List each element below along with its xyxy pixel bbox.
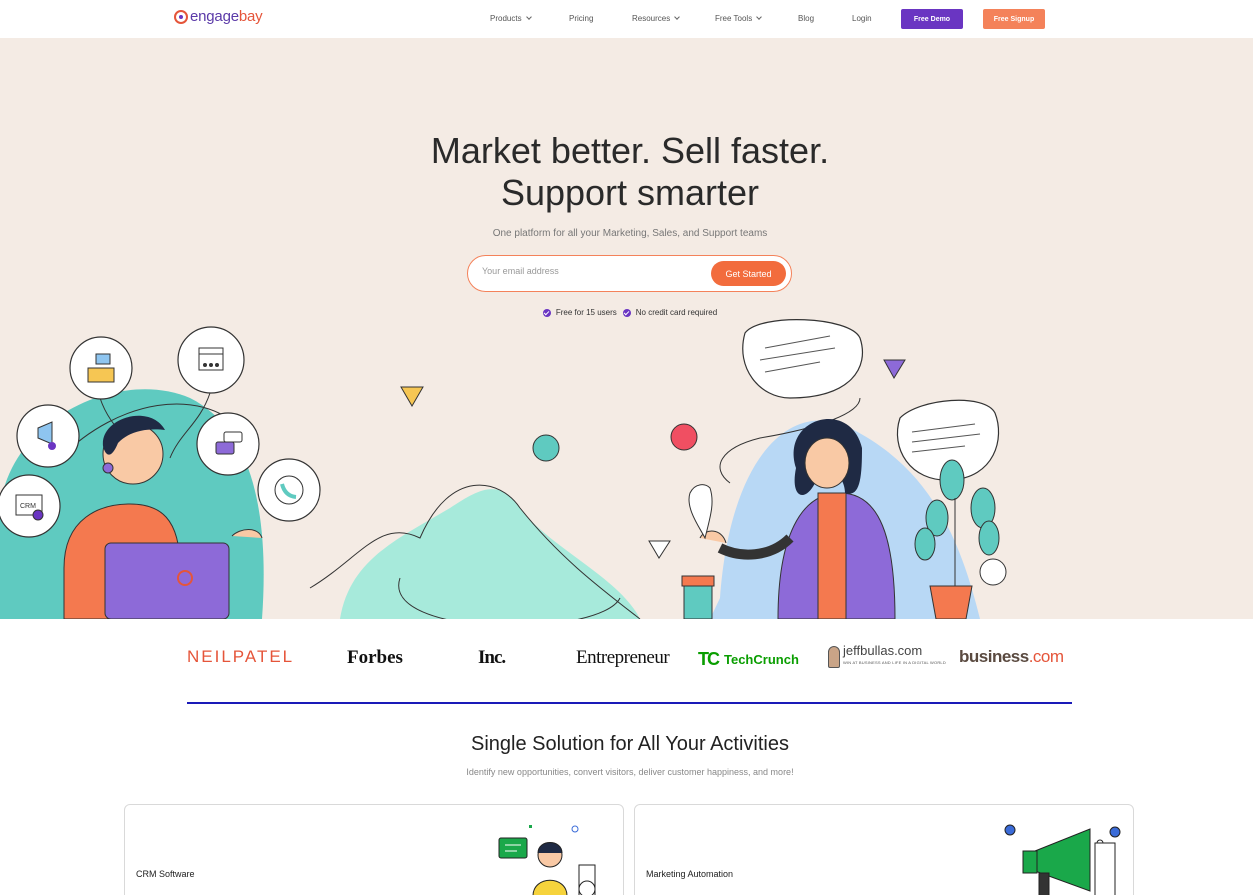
inc-logo: Inc. bbox=[478, 647, 506, 668]
nav-item-pricing[interactable]: Pricing bbox=[569, 14, 593, 23]
card-title: CRM Software bbox=[136, 869, 195, 879]
crm-software-card[interactable]: CRM Software bbox=[124, 804, 624, 895]
nav-item-login[interactable]: Login bbox=[852, 14, 872, 23]
solutions-subtitle: Identify new opportunities, convert visi… bbox=[466, 767, 794, 777]
engagebay-logo[interactable]: engagebay bbox=[174, 8, 263, 25]
free-signup-button[interactable]: Free Signup bbox=[983, 9, 1045, 29]
megaphone-icon bbox=[1004, 824, 1121, 895]
plant-vase bbox=[681, 484, 715, 619]
forbes-logo: Forbes bbox=[347, 647, 403, 668]
solutions-title: Single Solution for All Your Activities bbox=[471, 733, 789, 755]
entrepreneur-logo: Entrepreneur bbox=[576, 647, 670, 668]
hero-section: CRM Market better. Sell faster. Support … bbox=[0, 38, 1253, 619]
megaphone-settings-icon bbox=[16, 404, 80, 468]
circle-shape bbox=[532, 434, 560, 462]
logo-text: engagebay bbox=[190, 8, 263, 25]
nav-item-free-tools[interactable]: Free Tools bbox=[715, 14, 763, 23]
chevron-down-icon bbox=[756, 14, 763, 20]
business-com-logo: business.com bbox=[959, 647, 1064, 666]
chevron-down-icon bbox=[674, 14, 681, 20]
hill-shape bbox=[340, 489, 640, 619]
speech-bubble-icon bbox=[742, 319, 864, 399]
section-divider bbox=[187, 702, 1072, 704]
check-circle-icon bbox=[622, 308, 631, 317]
nav-item-products[interactable]: Products bbox=[490, 14, 532, 23]
crm-badge: CRM bbox=[20, 503, 36, 510]
crm-agent-icon bbox=[498, 825, 596, 895]
circle-shape bbox=[670, 423, 698, 451]
get-started-button[interactable]: Get Started bbox=[711, 261, 786, 286]
feature-checks: Free for 15 users No credit card require… bbox=[0, 308, 1253, 317]
check-no-credit-card: No credit card required bbox=[622, 308, 717, 317]
techcrunch-mark: TC bbox=[698, 649, 720, 669]
triangle-shape bbox=[400, 386, 424, 407]
nav-item-resources[interactable]: Resources bbox=[632, 14, 681, 23]
email-input[interactable] bbox=[482, 266, 682, 276]
presentation-icon bbox=[69, 336, 133, 400]
hero-title: Market better. Sell faster. Support smar… bbox=[430, 130, 830, 213]
hero-subtitle: One platform for all your Marketing, Sal… bbox=[492, 228, 768, 239]
hero-illustration: CRM bbox=[0, 319, 1007, 619]
circle-shape bbox=[979, 558, 1007, 586]
dashboard-icon bbox=[177, 326, 245, 394]
nav-item-blog[interactable]: Blog bbox=[798, 14, 814, 23]
techcrunch-logo: TC TechCrunch bbox=[698, 649, 799, 669]
jeff-avatar bbox=[828, 646, 840, 668]
chat-bubble-icon bbox=[196, 412, 260, 476]
free-demo-button[interactable]: Free Demo bbox=[901, 9, 963, 29]
check-free-users: Free for 15 users bbox=[542, 308, 617, 317]
press-logos: NEILPATEL Forbes Inc. Entrepreneur TC Te… bbox=[0, 630, 1253, 686]
crm-window-icon: CRM bbox=[0, 474, 61, 538]
card-title: Marketing Automation bbox=[646, 869, 734, 879]
neilpatel-logo: NEILPATEL bbox=[187, 647, 295, 666]
chevron-down-icon bbox=[525, 14, 532, 20]
triangle-shape bbox=[883, 359, 906, 379]
top-navigation: engagebay Products Pricing Resources Fre… bbox=[0, 0, 1253, 38]
triangle-shape bbox=[648, 540, 671, 559]
check-circle-icon bbox=[542, 308, 551, 317]
logo-mark-icon bbox=[174, 9, 188, 24]
email-signup-form: Get Started bbox=[467, 255, 792, 292]
phone-icon bbox=[257, 458, 321, 522]
marketing-automation-card[interactable]: Marketing Automation bbox=[634, 804, 1134, 895]
jeffbullas-logo: jeffbullas.com WIN AT BUSINESS AND LIFE I… bbox=[828, 644, 946, 669]
